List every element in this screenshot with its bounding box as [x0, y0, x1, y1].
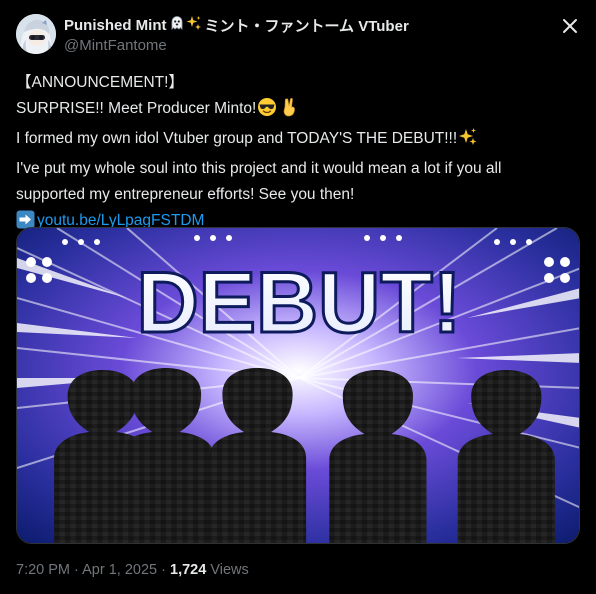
debut-headline: DEBUT! [137, 255, 462, 351]
post-line-2: SURPRISE!! Meet Producer Minto! [16, 96, 582, 126]
post-line-4: I've put my whole soul into this project… [16, 160, 502, 177]
sunglasses-face-icon [257, 97, 277, 126]
victory-hand-icon [281, 97, 299, 126]
views-count: 1,724 [170, 562, 207, 578]
post-text: 【ANNOUNCEMENT!】 SURPRISE!! Meet Producer… [16, 70, 582, 238]
post: Punished Mint ミント・ファントーム VTuber @MintFan… [0, 0, 596, 594]
sparkles-icon [186, 15, 202, 36]
author-display-name[interactable]: Punished Mint [64, 17, 167, 34]
author-name-row[interactable]: Punished Mint ミント・ファントーム VTuber [64, 15, 409, 35]
close-icon [563, 19, 577, 33]
post-line-3-text: I formed my own idol Vtuber group and TO… [16, 130, 458, 147]
meta-separator: · [74, 562, 79, 578]
author-name-suffix[interactable]: ミント・ファントーム VTuber [205, 15, 409, 36]
views-label: Views [210, 562, 249, 578]
meta-separator: · [161, 562, 166, 578]
post-line-5: supported my entrepreneur efforts! See y… [16, 186, 355, 203]
sparkles-icon [458, 127, 478, 156]
author-handle[interactable]: @MintFantome [64, 37, 167, 54]
close-button[interactable] [558, 14, 582, 38]
post-date[interactable]: Apr 1, 2025 [82, 562, 157, 578]
post-line-3: I formed my own idol Vtuber group and TO… [16, 126, 582, 156]
debut-graphic: DEBUT! [17, 228, 579, 543]
post-time[interactable]: 7:20 PM [16, 562, 70, 578]
post-line-2-text: SURPRISE!! Meet Producer Minto! [16, 100, 257, 117]
ghost-icon [169, 15, 185, 36]
post-line-1: 【ANNOUNCEMENT!】 [16, 74, 184, 91]
avatar[interactable] [16, 14, 56, 54]
post-media-image[interactable]: DEBUT! [16, 227, 580, 544]
post-meta: 7:20 PM · Apr 1, 2025 · 1,724 Views [16, 562, 249, 578]
